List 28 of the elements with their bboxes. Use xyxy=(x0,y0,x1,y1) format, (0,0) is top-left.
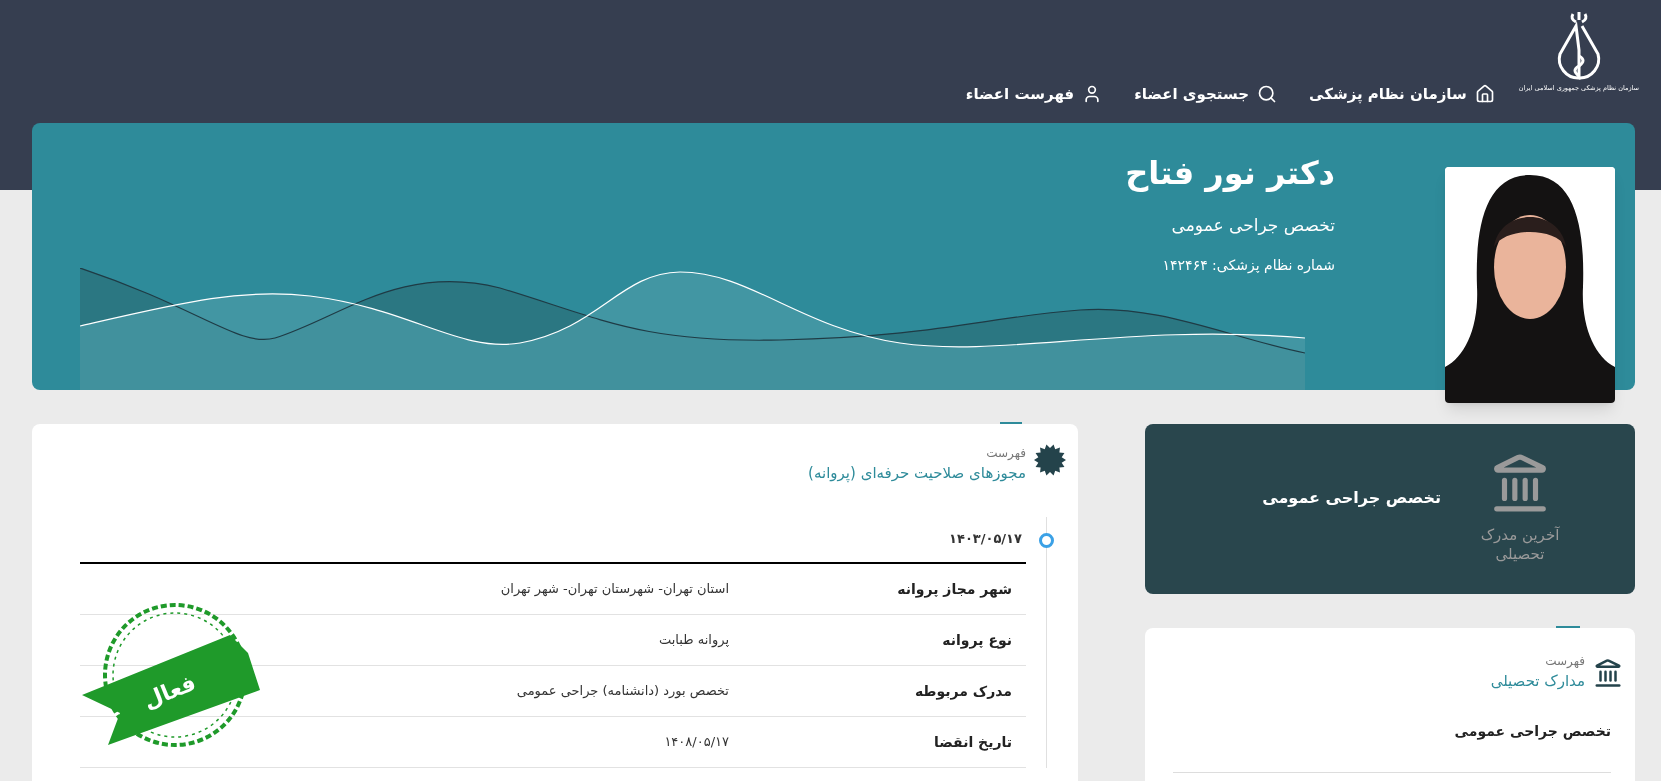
section-caption: فهرست xyxy=(985,445,1026,462)
landmark-icon xyxy=(1593,658,1623,688)
search-icon xyxy=(1257,83,1278,104)
section-title: مدارک تحصیلی xyxy=(1490,671,1585,692)
license-number: شماره نظام پزشکی: ۱۴۲۴۶۴ xyxy=(1161,255,1335,276)
badge-icon xyxy=(1034,444,1066,476)
license-date: ۱۴۰۳/۰۵/۱۷ xyxy=(948,529,1022,548)
row-label: شهر مجاز پروانه xyxy=(896,579,1013,600)
row-value: تخصص بورد (دانشنامه) جراحی عمومی xyxy=(516,682,729,701)
row-value: ۱۴۰۸/۰۵/۱۷ xyxy=(664,733,729,752)
row-label: مدرک مربوطه xyxy=(913,681,1013,702)
section-caption: فهرست xyxy=(1544,653,1585,670)
accent-line xyxy=(1556,626,1580,628)
doctor-name: دکتر نور فتاح xyxy=(1125,153,1335,194)
row-value: استان تهران- شهرستان تهران- شهر تهران xyxy=(500,580,729,599)
degree-item: تخصص جراحی عمومی xyxy=(1173,720,1611,773)
row-value: پروانه طبابت xyxy=(659,631,729,650)
accent-line xyxy=(1000,422,1022,424)
nav-link[interactable]: فهرست اعضاء xyxy=(965,82,1103,105)
home-icon xyxy=(1474,83,1495,104)
degree-value: تخصص جراحی عمومی xyxy=(1262,487,1441,509)
specialty-text: تخصص جراحی عمومی xyxy=(1170,214,1335,237)
section-title: مجوزهای صلاحیت حرفه‌ای (پروانه) xyxy=(808,463,1026,484)
row-label: نوع پروانه xyxy=(941,630,1013,651)
degree-label: آخرین مدرک تحصیلی xyxy=(1479,526,1561,564)
row-label: تاریخ انقضا xyxy=(933,732,1013,753)
nav-link[interactable]: سازمان نظام پزشکی xyxy=(1309,82,1495,105)
nav-link[interactable]: جستجوی اعضاء xyxy=(1134,82,1278,105)
